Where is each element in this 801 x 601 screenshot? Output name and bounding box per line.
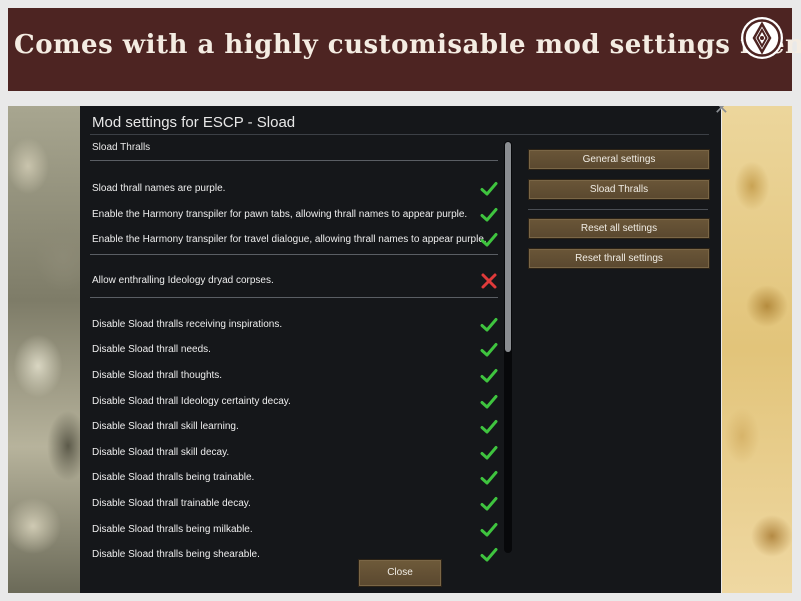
- setting-label: Enable the Harmony transpiler for travel…: [92, 234, 487, 245]
- setting-row[interactable]: Disable Sload thrall skill learning.: [90, 418, 498, 436]
- scrollbar[interactable]: [504, 141, 512, 553]
- setting-label: Disable Sload thrall skill learning.: [92, 421, 239, 432]
- reset-all-settings-button[interactable]: Reset all settings: [528, 218, 710, 239]
- setting-label: Disable Sload thrall thoughts.: [92, 370, 223, 381]
- setting-row[interactable]: Sload thrall names are purple.: [90, 180, 498, 198]
- checkmark-icon[interactable]: [480, 393, 498, 411]
- scrollbar-thumb[interactable]: [505, 142, 511, 352]
- setting-row[interactable]: Disable Sload thralls receiving inspirat…: [90, 316, 498, 334]
- setting-label: Disable Sload thralls receiving inspirat…: [92, 319, 283, 330]
- setting-row[interactable]: Disable Sload thrall Ideology certainty …: [90, 393, 498, 411]
- banner-title: Comes with a highly customisable mod set…: [14, 30, 801, 60]
- setting-row[interactable]: Enable the Harmony transpiler for pawn t…: [90, 206, 498, 224]
- checkmark-icon[interactable]: [480, 444, 498, 462]
- setting-label: Disable Sload thralls being trainable.: [92, 472, 255, 483]
- close-icon[interactable]: ✕: [714, 106, 729, 119]
- checkmark-icon[interactable]: [480, 206, 498, 224]
- checkmark-icon[interactable]: [480, 546, 498, 564]
- checkmark-icon[interactable]: [480, 231, 498, 249]
- background-right: [722, 106, 792, 593]
- setting-row[interactable]: Disable Sload thrall trainable decay.: [90, 495, 498, 513]
- checkmark-icon[interactable]: [480, 521, 498, 539]
- setting-row[interactable]: Disable Sload thrall needs.: [90, 341, 498, 359]
- background-left: [8, 106, 88, 593]
- setting-row[interactable]: Allow enthralling Ideology dryad corpses…: [90, 272, 498, 290]
- checkmark-icon[interactable]: [480, 180, 498, 198]
- reset-thrall-settings-button[interactable]: Reset thrall settings: [528, 248, 710, 269]
- section-title: Sload Thralls: [92, 142, 151, 153]
- checkmark-icon[interactable]: [480, 495, 498, 513]
- setting-label: Allow enthralling Ideology dryad corpses…: [92, 275, 274, 286]
- game-scene: Mod settings for ESCP - Sload ✕ Sload Th…: [8, 106, 792, 593]
- settings-list: Sload Thralls Sload thrall names are pur…: [90, 139, 498, 589]
- checkmark-icon[interactable]: [480, 469, 498, 487]
- general-settings-button[interactable]: General settings: [528, 149, 710, 170]
- close-button[interactable]: Close: [358, 559, 442, 587]
- checkmark-icon[interactable]: [480, 316, 498, 334]
- setting-label: Disable Sload thralls being milkable.: [92, 524, 253, 535]
- setting-label: Disable Sload thrall needs.: [92, 344, 211, 355]
- side-divider: [528, 209, 708, 210]
- mod-settings-dialog: Mod settings for ESCP - Sload ✕ Sload Th…: [80, 106, 729, 593]
- divider: [90, 254, 498, 255]
- setting-label: Disable Sload thrall trainable decay.: [92, 498, 251, 509]
- setting-label: Disable Sload thrall skill decay.: [92, 447, 230, 458]
- setting-row[interactable]: Disable Sload thrall skill decay.: [90, 444, 498, 462]
- diamond-eye-icon: [741, 17, 783, 59]
- divider: [90, 297, 498, 298]
- setting-label: Enable the Harmony transpiler for pawn t…: [92, 209, 468, 220]
- setting-row[interactable]: Disable Sload thralls being trainable.: [90, 469, 498, 487]
- cross-icon[interactable]: [480, 272, 498, 290]
- setting-row[interactable]: Disable Sload thralls being milkable.: [90, 521, 498, 539]
- checkmark-icon[interactable]: [480, 341, 498, 359]
- divider: [90, 160, 498, 161]
- setting-label: Disable Sload thrall Ideology certainty …: [92, 396, 291, 407]
- checkmark-icon[interactable]: [480, 367, 498, 385]
- setting-label: Sload thrall names are purple.: [92, 183, 226, 194]
- setting-row[interactable]: Enable the Harmony transpiler for travel…: [90, 231, 498, 249]
- sload-thralls-button[interactable]: Sload Thralls: [528, 179, 710, 200]
- setting-label: Disable Sload thralls being shearable.: [92, 549, 260, 560]
- banner: Comes with a highly customisable mod set…: [8, 8, 801, 91]
- dialog-title: Mod settings for ESCP - Sload: [92, 114, 296, 131]
- title-divider: [90, 134, 709, 135]
- setting-row[interactable]: Disable Sload thrall thoughts.: [90, 367, 498, 385]
- checkmark-icon[interactable]: [480, 418, 498, 436]
